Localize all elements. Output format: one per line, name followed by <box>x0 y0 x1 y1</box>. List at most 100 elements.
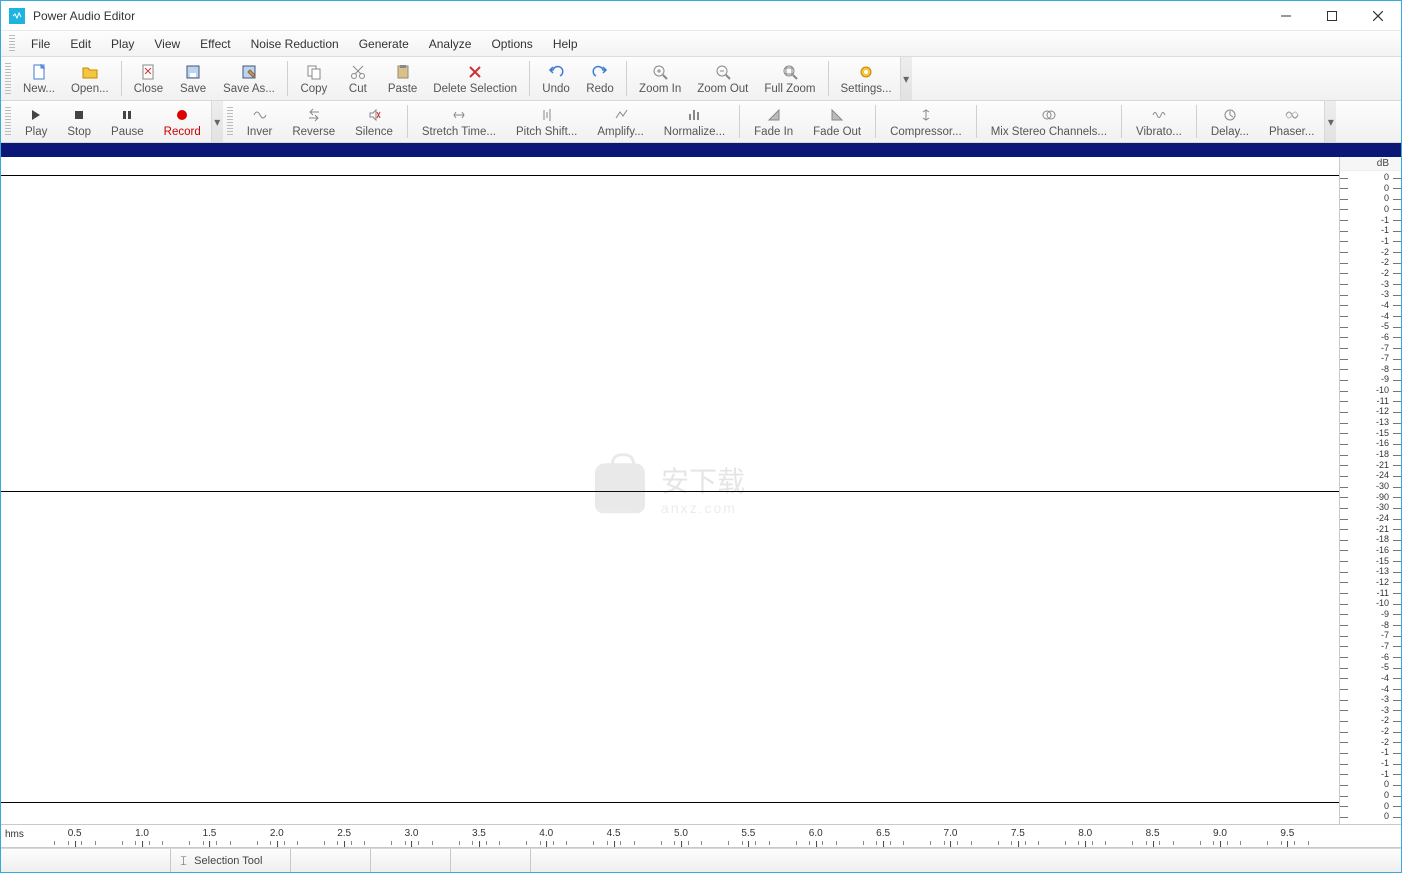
zoom-out-button[interactable]: Zoom Out <box>689 57 756 100</box>
vibrato-label: Vibrato... <box>1136 126 1182 138</box>
track2-boundary <box>1 802 1339 803</box>
new-button[interactable]: New... <box>15 57 63 100</box>
time-minor-tick <box>1173 841 1174 845</box>
settings-button[interactable]: Settings... <box>833 57 900 100</box>
toolbar-secondary: Play Stop Pause Record ▾ Inver Reverse S… <box>1 101 1401 143</box>
menu-generate[interactable]: Generate <box>349 34 419 54</box>
time-minor-tick <box>930 841 931 845</box>
paste-button[interactable]: Paste <box>380 57 425 100</box>
vibrato-button[interactable]: Vibrato... <box>1126 101 1192 142</box>
status-tool: 𝙸 Selection Tool <box>171 849 291 872</box>
close-file-button[interactable]: Close <box>126 57 171 100</box>
delay-button[interactable]: Delay... <box>1201 101 1259 142</box>
mix-stereo-button[interactable]: Mix Stereo Channels... <box>981 101 1117 142</box>
normalize-button[interactable]: Normalize... <box>654 101 735 142</box>
pause-button[interactable]: Pause <box>101 101 154 142</box>
silence-label: Silence <box>355 126 393 138</box>
db-tick: -21 <box>1340 525 1401 534</box>
time-tick: 9.5 <box>1280 828 1294 839</box>
play-icon <box>30 106 42 124</box>
copy-button[interactable]: Copy <box>292 57 336 100</box>
db-tick: 0 <box>1340 184 1401 193</box>
phaser-button[interactable]: Phaser... <box>1259 101 1324 142</box>
time-tick: 2.0 <box>270 828 284 839</box>
effects-overflow[interactable]: ▾ <box>1324 101 1336 142</box>
menubar-gripper[interactable] <box>9 35 15 53</box>
open-button[interactable]: Open... <box>63 57 117 100</box>
time-minor-tick <box>540 841 541 845</box>
menu-play[interactable]: Play <box>101 34 144 54</box>
amplify-button[interactable]: Amplify... <box>587 101 653 142</box>
time-minor-tick <box>742 841 743 845</box>
delete-selection-button[interactable]: Delete Selection <box>425 57 525 100</box>
db-tick: -15 <box>1340 429 1401 438</box>
undo-button[interactable]: Undo <box>534 57 578 100</box>
time-minor-tick <box>432 841 433 845</box>
menu-options[interactable]: Options <box>481 34 542 54</box>
time-minor-tick <box>1213 841 1214 845</box>
db-tick: -1 <box>1340 759 1401 768</box>
full-zoom-label: Full Zoom <box>764 83 815 95</box>
delete-selection-label: Delete Selection <box>433 83 517 95</box>
settings-label: Settings... <box>841 83 892 95</box>
time-tick: 3.0 <box>405 828 419 839</box>
time-minor-tick <box>593 841 594 845</box>
time-minor-tick <box>149 841 150 845</box>
play-button[interactable]: Play <box>15 101 57 142</box>
cut-label: Cut <box>349 83 367 95</box>
close-button[interactable] <box>1355 1 1401 31</box>
stop-button[interactable]: Stop <box>57 101 101 142</box>
db-tick: 0 <box>1340 791 1401 800</box>
track1-boundary <box>1 175 1339 176</box>
zoom-in-button[interactable]: Zoom In <box>631 57 689 100</box>
minimize-button[interactable] <box>1263 1 1309 31</box>
maximize-button[interactable] <box>1309 1 1355 31</box>
redo-button[interactable]: Redo <box>578 57 622 100</box>
menu-file[interactable]: File <box>21 34 60 54</box>
time-tick: 9.0 <box>1213 828 1227 839</box>
time-minor-tick <box>216 841 217 845</box>
time-minor-tick <box>701 841 702 845</box>
waveform-canvas[interactable]: 安下载 anxz.com <box>1 157 1339 824</box>
record-button[interactable]: Record <box>154 101 211 142</box>
full-zoom-button[interactable]: Full Zoom <box>756 57 823 100</box>
time-ruler[interactable]: hms 0.51.01.52.02.53.03.54.04.55.05.56.0… <box>1 824 1401 848</box>
toolbar-overflow[interactable]: ▾ <box>900 57 912 100</box>
stretch-button[interactable]: Stretch Time... <box>412 101 506 142</box>
menu-help[interactable]: Help <box>543 34 588 54</box>
save-as-icon <box>241 63 257 81</box>
toolbar2-gripper[interactable] <box>5 107 11 136</box>
pitch-shift-button[interactable]: Pitch Shift... <box>506 101 587 142</box>
menu-analyze[interactable]: Analyze <box>419 34 482 54</box>
playback-overflow[interactable]: ▾ <box>211 101 223 142</box>
fade-in-button[interactable]: Fade In <box>744 101 803 142</box>
db-tick: -7 <box>1340 344 1401 353</box>
effects-gripper[interactable] <box>227 107 233 136</box>
db-tick: -13 <box>1340 418 1401 427</box>
fade-out-button[interactable]: Fade Out <box>803 101 871 142</box>
reverse-button[interactable]: Reverse <box>282 101 345 142</box>
silence-button[interactable]: Silence <box>345 101 403 142</box>
menu-view[interactable]: View <box>144 34 190 54</box>
menu-noise-reduction[interactable]: Noise Reduction <box>241 34 349 54</box>
compressor-button[interactable]: Compressor... <box>880 101 972 142</box>
redo-icon <box>592 63 608 81</box>
open-folder-icon <box>82 63 98 81</box>
menu-edit[interactable]: Edit <box>60 34 101 54</box>
db-tick: -6 <box>1340 653 1401 662</box>
db-tick: -4 <box>1340 312 1401 321</box>
timeline-selection-band[interactable] <box>1 143 1401 157</box>
time-tick: 5.0 <box>674 828 688 839</box>
inver-icon <box>253 106 267 124</box>
db-tick: 0 <box>1340 173 1401 182</box>
time-minor-tick <box>351 841 352 845</box>
inver-button[interactable]: Inver <box>237 101 283 142</box>
amplify-label: Amplify... <box>597 126 643 138</box>
menu-effect[interactable]: Effect <box>190 34 240 54</box>
toolbar-gripper[interactable] <box>5 63 11 94</box>
save-as-button[interactable]: Save As... <box>215 57 283 100</box>
save-button[interactable]: Save <box>171 57 215 100</box>
time-minor-tick <box>634 841 635 845</box>
cut-button[interactable]: Cut <box>336 57 380 100</box>
time-minor-tick <box>1294 841 1295 845</box>
